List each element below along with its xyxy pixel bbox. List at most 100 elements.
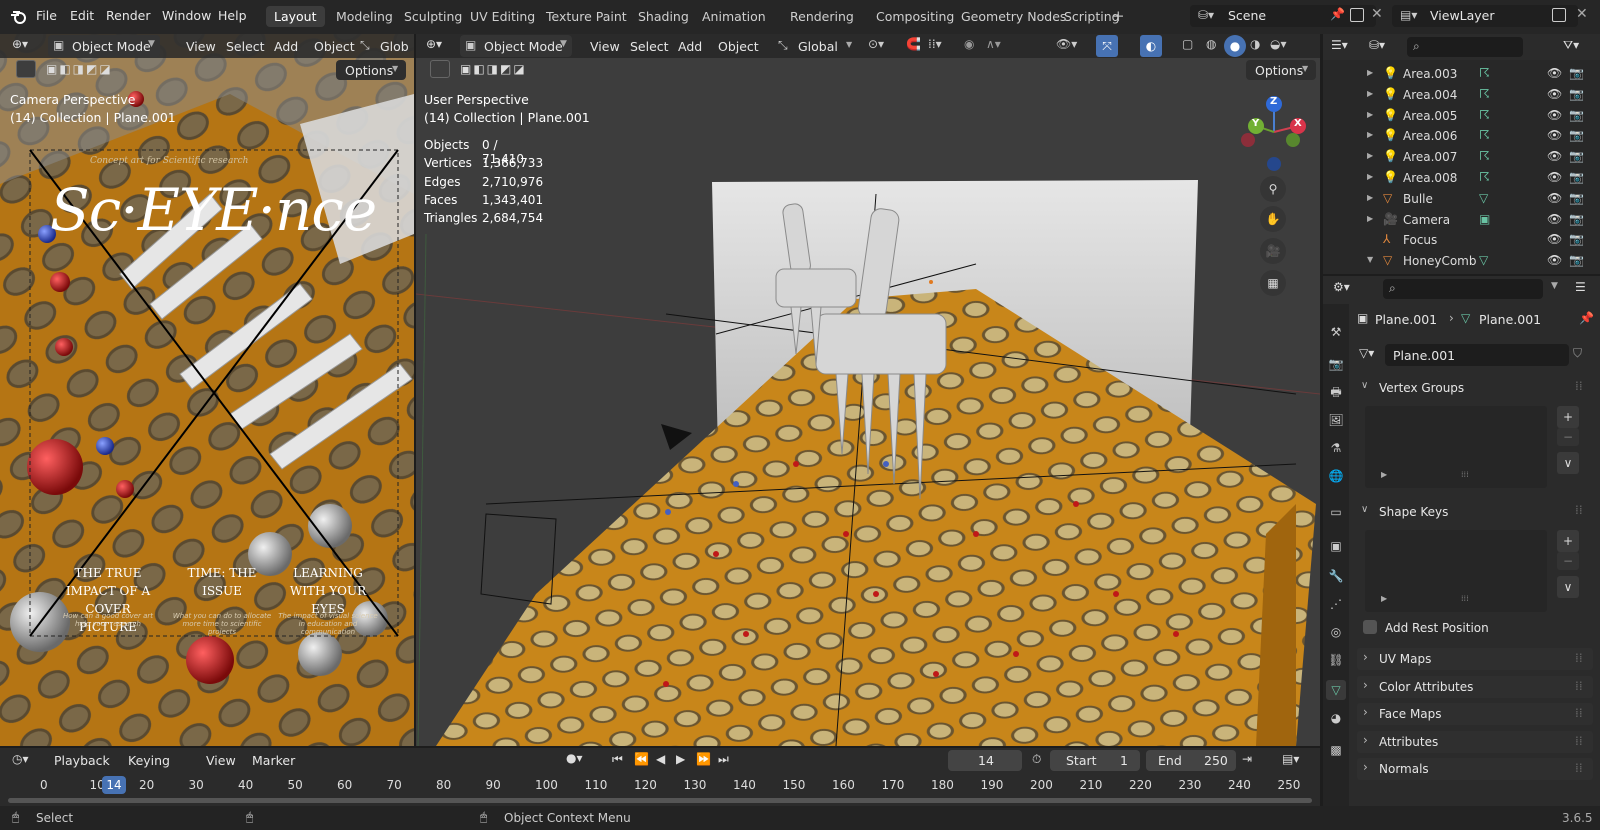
select-tool-icon[interactable]: [430, 60, 450, 78]
expand-arrow-icon[interactable]: ▶: [1367, 193, 1373, 202]
expand-arrow-icon[interactable]: ▶: [1367, 89, 1373, 98]
workspace-tab-sculpting[interactable]: Sculpting: [396, 6, 470, 27]
eye-icon[interactable]: 👁: [1547, 128, 1562, 142]
outliner-search-input[interactable]: ⌕: [1407, 37, 1523, 57]
panel-uv-maps[interactable]: › UV Maps ⁞⁞: [1357, 648, 1593, 670]
playhead[interactable]: 14: [102, 776, 126, 794]
render-camera-icon[interactable]: 📷: [1569, 149, 1584, 163]
drag-handle-icon[interactable]: ⁞⁞: [1575, 379, 1583, 393]
select-tool-icon[interactable]: [16, 60, 36, 78]
properties-search-input[interactable]: ⌕: [1383, 279, 1543, 299]
select-mode-icons[interactable]: ▣◧◨◩◪: [46, 62, 113, 76]
particles-icon[interactable]: ⋰: [1326, 594, 1346, 614]
render-camera-icon[interactable]: 📷: [1569, 170, 1584, 184]
timeline-menu-playback[interactable]: Playback: [54, 753, 110, 768]
light-data-icon[interactable]: ☈: [1479, 87, 1490, 101]
ortho-grid-icon[interactable]: ▦: [1260, 270, 1286, 296]
workspace-tab-layout[interactable]: Layout: [266, 6, 325, 27]
viewport-menu-view[interactable]: View: [186, 39, 216, 54]
render-camera-icon[interactable]: 📷: [1569, 232, 1584, 246]
select-mode-icons[interactable]: ▣◧◨◩◪: [460, 62, 527, 76]
outliner-item-focus[interactable]: ⅄ Focus 👁 📷: [1323, 230, 1600, 251]
add-vertex-group-button[interactable]: +: [1557, 406, 1579, 428]
drag-handle-icon[interactable]: ⁞⁞: [1575, 651, 1583, 665]
remove-shape-key-button[interactable]: −: [1557, 552, 1579, 570]
snap-target-icon[interactable]: ⁞⁞▾: [928, 37, 942, 51]
outliner-item-area-007[interactable]: ▶ 💡 Area.007 ☈ 👁 📷: [1323, 147, 1600, 168]
menu-render[interactable]: Render: [106, 8, 151, 23]
mesh-name-field[interactable]: Plane.001: [1385, 344, 1569, 366]
snap-icon[interactable]: 🧲: [906, 37, 921, 51]
editor-type-icon[interactable]: ⊕▾: [12, 37, 28, 51]
workspace-tab-animation[interactable]: Animation: [694, 6, 774, 27]
editor-type-icon[interactable]: ◷▾: [12, 752, 29, 766]
end-frame-field[interactable]: End 250: [1146, 750, 1236, 771]
scene-selector[interactable]: ⛁▾ Scene 📌: [1190, 5, 1376, 27]
falloff-icon[interactable]: ∧▾: [986, 37, 1001, 51]
pivot-icon[interactable]: ⊙▾: [868, 37, 884, 51]
collection-icon[interactable]: ▭: [1326, 502, 1346, 522]
expand-arrow-icon[interactable]: ▶: [1367, 151, 1373, 160]
camera-data-icon[interactable]: ▣: [1479, 212, 1490, 226]
jump-end-icon[interactable]: ⏭: [718, 752, 729, 767]
mode-selector[interactable]: ▣ Object Mode ▼: [460, 35, 572, 57]
expand-triangle-icon[interactable]: ▶: [1381, 470, 1387, 479]
viewlayer-selector[interactable]: ▤▾ ViewLayer: [1392, 5, 1578, 27]
outliner-item-camera[interactable]: ▶ 🎥 Camera ▣ 👁 📷: [1323, 210, 1600, 231]
expand-arrow-icon[interactable]: ▶: [1367, 130, 1373, 139]
panel-color-attributes[interactable]: › Color Attributes ⁞⁞: [1357, 675, 1593, 698]
timeline-scrollbar[interactable]: [8, 798, 1312, 803]
resize-grip-icon[interactable]: ⁞⁞⁞: [1461, 470, 1469, 479]
vertex-groups-list[interactable]: ▶ ⁞⁞⁞: [1365, 406, 1547, 488]
editor-type-icon[interactable]: ☰▾: [1331, 38, 1348, 52]
proportional-edit-icon[interactable]: ◉: [964, 37, 974, 51]
render-camera-icon[interactable]: 📷: [1569, 108, 1584, 122]
light-data-icon[interactable]: ☈: [1479, 149, 1490, 163]
filter-icon[interactable]: ⛛▾: [1563, 38, 1579, 53]
add-rest-position-checkbox[interactable]: [1363, 620, 1377, 634]
outliner-item-bulle[interactable]: ▶ ▽ Bulle ▽ 👁 📷: [1323, 189, 1600, 210]
add-shape-key-button[interactable]: +: [1557, 530, 1579, 552]
eye-icon[interactable]: 👁: [1547, 149, 1562, 163]
current-frame-field[interactable]: 14: [948, 750, 1022, 771]
shape-keys-list[interactable]: ▶ ⁞⁞⁞: [1365, 530, 1547, 612]
chevron-down-icon[interactable]: ▼: [1551, 281, 1558, 291]
constraints-icon[interactable]: ⛓: [1326, 650, 1346, 670]
zoom-icon[interactable]: ⚲: [1260, 176, 1286, 202]
data-icon[interactable]: ▽: [1326, 680, 1346, 700]
modifier-icon[interactable]: 🔧: [1326, 566, 1346, 586]
viewport-menu-select[interactable]: Select: [226, 39, 265, 54]
blender-logo-icon[interactable]: [10, 9, 28, 25]
texture-icon[interactable]: ▩: [1326, 740, 1346, 760]
eye-icon[interactable]: 👁: [1547, 212, 1562, 226]
render-camera-icon[interactable]: 📷: [1569, 66, 1584, 80]
menu-help[interactable]: Help: [218, 8, 247, 23]
remove-vertex-group-button[interactable]: −: [1557, 428, 1579, 446]
render-camera-icon[interactable]: 📷: [1569, 212, 1584, 226]
camera-viewport[interactable]: Concept art for Scientific research Sc·E…: [0, 34, 414, 746]
expand-arrow-icon[interactable]: ▶: [1367, 214, 1373, 223]
workspace-tab-scripting[interactable]: Scripting: [1056, 6, 1128, 27]
expand-triangle-icon[interactable]: ▶: [1381, 594, 1387, 603]
transform-orientation[interactable]: Global: [798, 39, 838, 54]
render-camera-icon[interactable]: 📷: [1569, 128, 1584, 142]
expand-arrow-icon[interactable]: ▶: [1367, 110, 1373, 119]
expand-arrow-icon[interactable]: ▶: [1367, 172, 1373, 181]
xray-icon[interactable]: ▢: [1182, 37, 1193, 51]
mesh-data-icon[interactable]: ▽: [1479, 191, 1488, 205]
outliner-item-area-003[interactable]: ▶ 💡 Area.003 ☈ 👁 📷: [1323, 64, 1600, 85]
menu-file[interactable]: File: [36, 8, 57, 23]
new-scene-icon[interactable]: [1350, 8, 1364, 22]
transform-orientation-icon[interactable]: ⤡: [360, 38, 370, 53]
vertex-groups-panel[interactable]: ∨ Vertex Groups ⁞⁞: [1357, 376, 1593, 400]
workspace-tab-compositing[interactable]: Compositing: [868, 6, 962, 27]
viewport-menu-select[interactable]: Select: [630, 39, 669, 54]
new-viewlayer-icon[interactable]: [1552, 8, 1566, 22]
mode-selector[interactable]: ▣ Object Mode ▼: [48, 35, 160, 57]
options-button[interactable]: Options ▼: [336, 60, 406, 80]
timeline-menu-marker[interactable]: Marker: [252, 753, 295, 768]
workspace-tab-uv-editing[interactable]: UV Editing: [462, 6, 543, 27]
expand-arrow-icon[interactable]: ▶: [1367, 68, 1373, 77]
viewport-menu-add[interactable]: Add: [274, 39, 298, 54]
resize-grip-icon[interactable]: ⁞⁞⁞: [1461, 594, 1469, 603]
